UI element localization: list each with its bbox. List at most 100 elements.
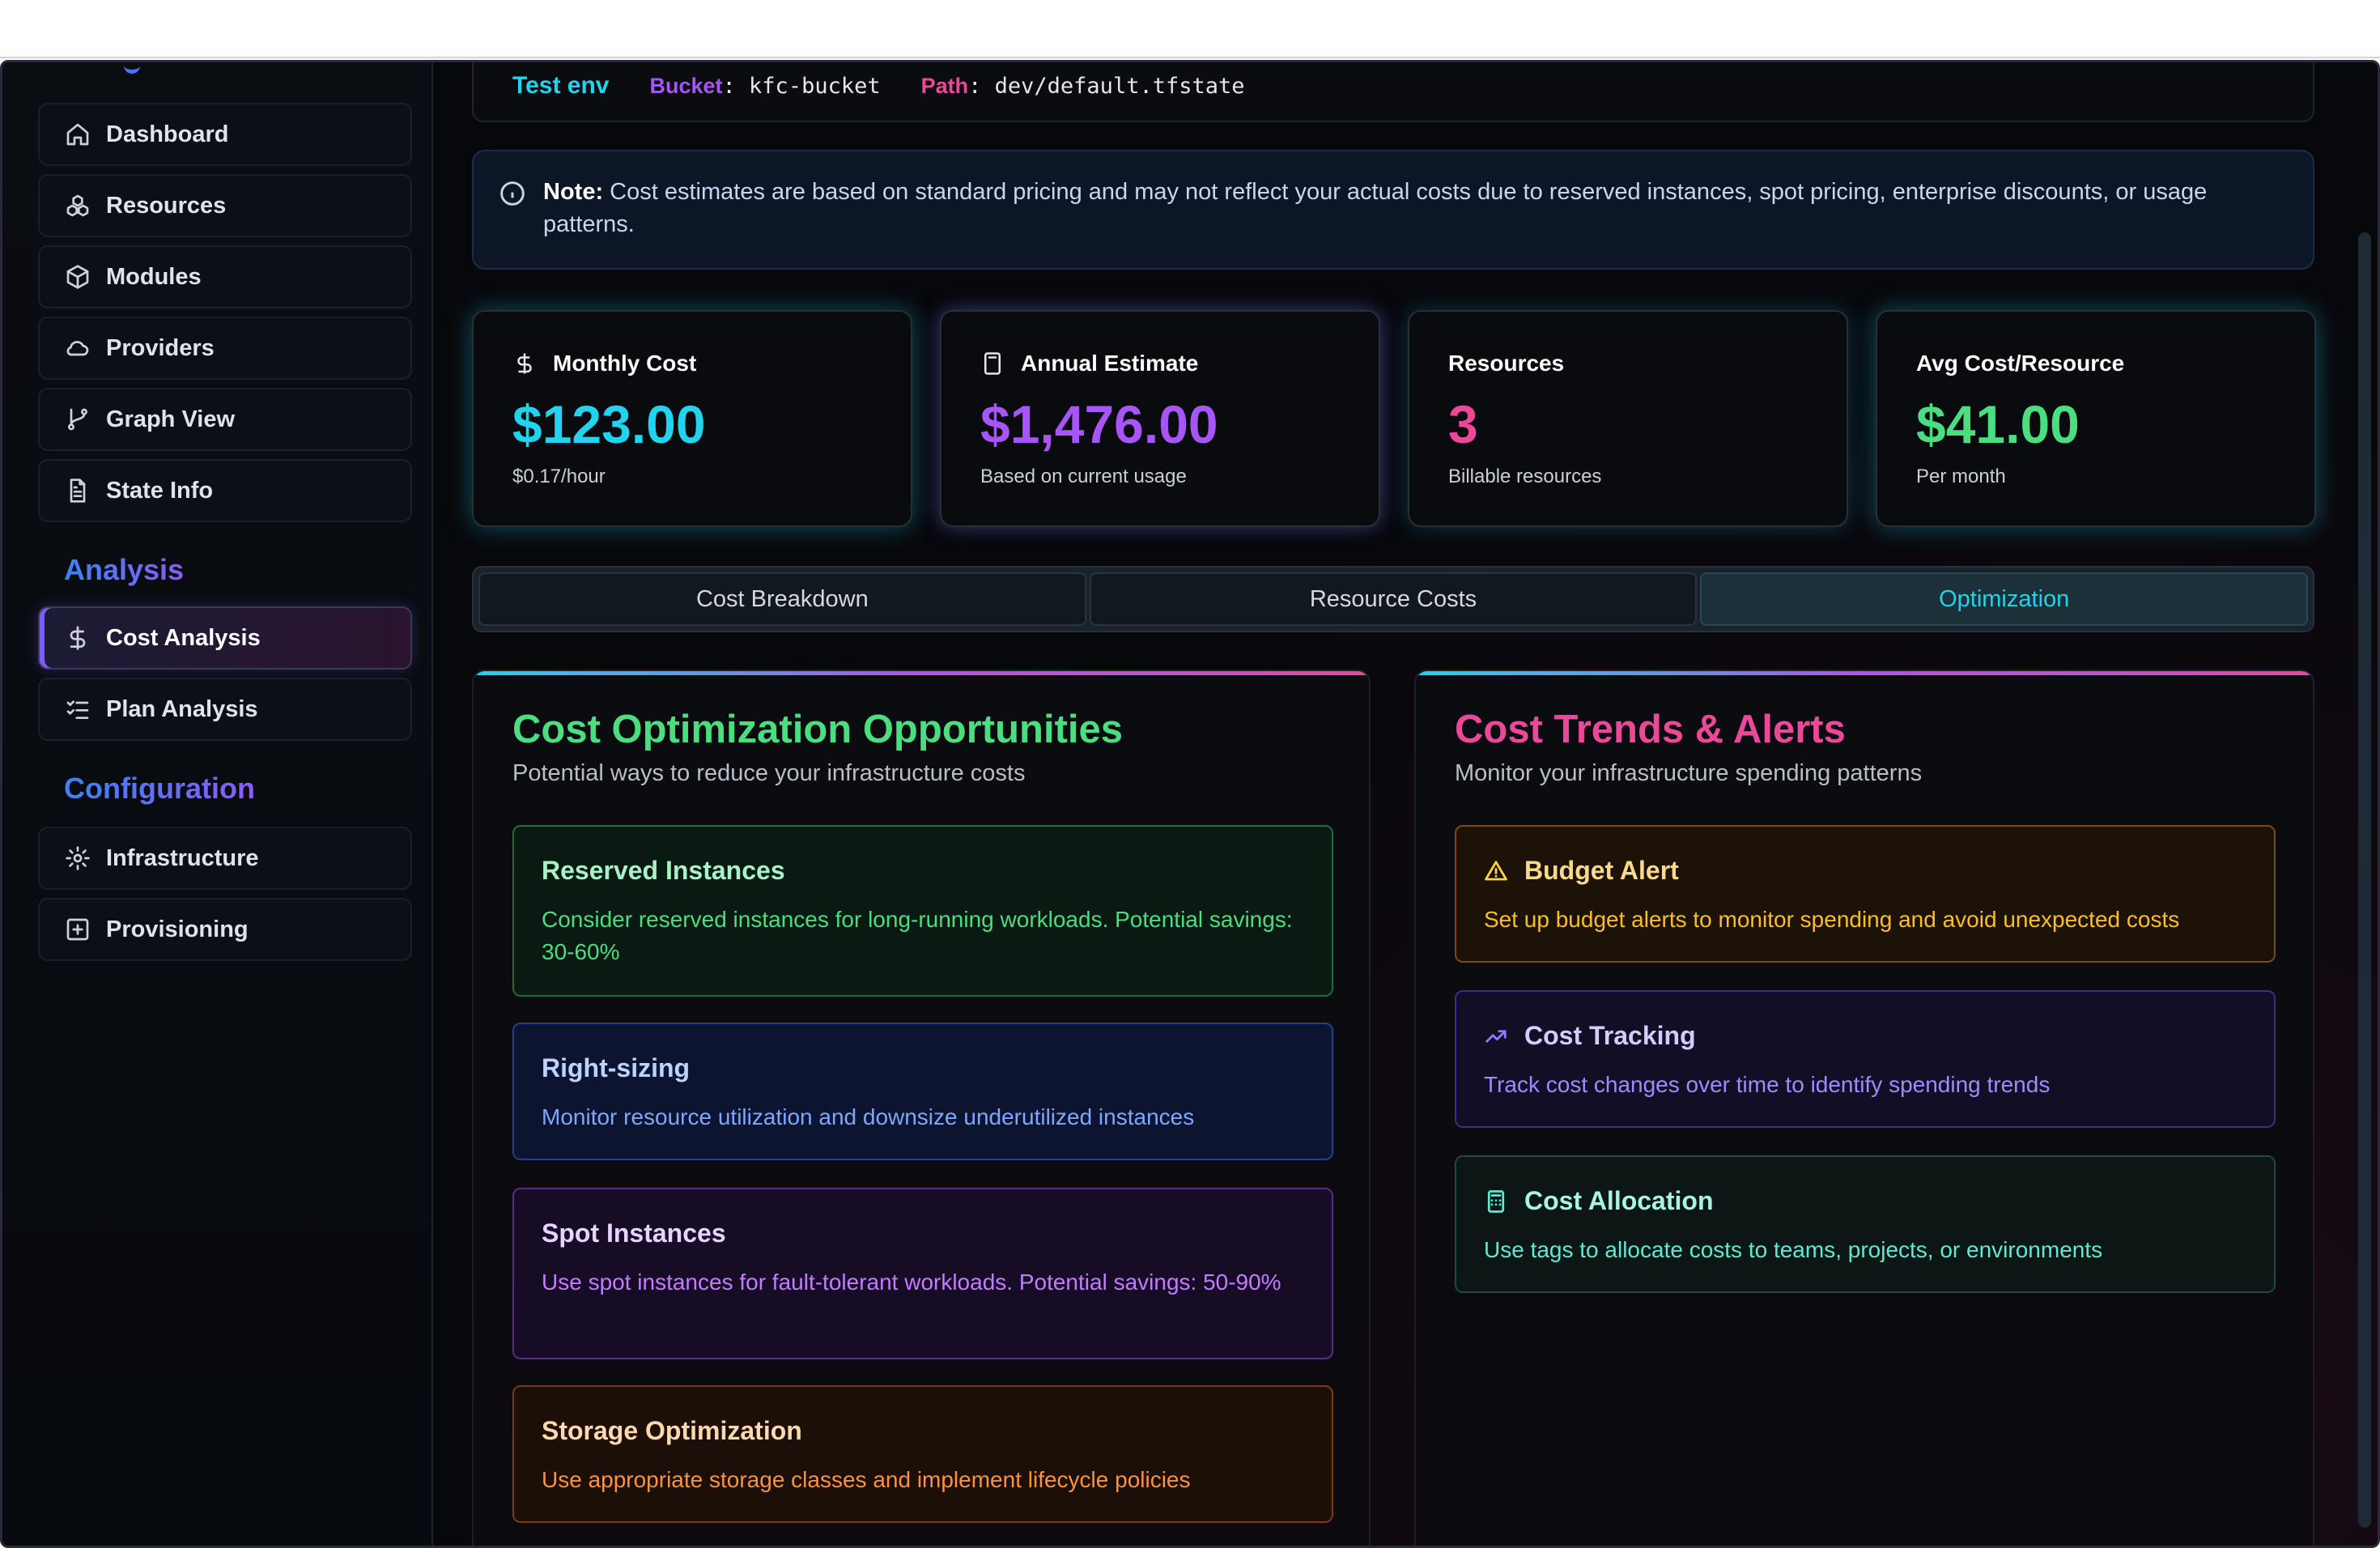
sidebar-item-label: Cost Analysis [106,624,261,651]
card-spot-instances: Spot Instances Use spot instances for fa… [512,1188,1333,1359]
calculator-icon [984,352,1001,375]
card-title: Reserved Instances [542,856,785,885]
tab-cost-breakdown[interactable]: Cost Breakdown [478,572,1086,626]
trends-title: Cost Trends & Alerts [1455,708,1846,751]
card-title: Storage Optimization [542,1416,802,1445]
browser-top-bar [0,0,2380,58]
tab-optimization[interactable]: Optimization [1700,572,2309,626]
card-title: Cost Allocation [1524,1186,1714,1215]
optimization-panel: Cost Optimization Opportunities Potentia… [472,670,1371,1546]
cubes-icon [64,192,91,219]
sidebar-item-plan-analysis[interactable]: Plan Analysis [38,678,412,741]
stat-resources: Resources 3 Billable resources [1408,310,1848,527]
sidebar-item-infrastructure[interactable]: Infrastructure [38,827,412,890]
file-text-icon [64,477,91,504]
app-window: Dashboard Resources Modules Providers Gr… [0,60,2380,1548]
stat-sub: Based on current usage [980,466,1187,487]
sidebar-item-provisioning[interactable]: Provisioning [38,898,412,961]
cost-tabs: Cost Breakdown Resource Costs Optimizati… [472,566,2314,632]
cloud-icon [64,334,91,362]
stat-monthly-cost: Monthly Cost $123.00 $0.17/hour [472,310,912,527]
stat-label: Annual Estimate [1021,351,1199,376]
sidebar-section-analysis: Analysis [64,553,185,586]
sidebar-item-label: Modules [106,263,202,290]
stat-label: Resources [1448,351,1565,376]
sidebar-item-modules[interactable]: Modules [38,245,412,308]
card-budget-alert: Budget Alert Set up budget alerts to mon… [1455,825,2276,963]
card-desc: Use tags to allocate costs to teams, pro… [1484,1237,2103,1262]
sidebar-item-label: Graph View [106,406,236,432]
optimization-subtitle: Potential ways to reduce your infrastruc… [512,760,1026,786]
package-icon [64,263,91,291]
stat-sub: Billable resources [1448,466,1602,487]
stat-value: 3 [1448,394,1478,454]
main-content: Test env Bucket: kfc-bucket Path: dev/de… [435,62,2378,1546]
pricing-note-text: Note: Cost estimates are based on standa… [543,176,2284,268]
note-body: Cost estimates are based on standard pri… [543,179,2208,237]
stat-sub: $0.17/hour [512,466,606,487]
environment-name: Test env [512,72,610,99]
card-title: Spot Instances [542,1218,726,1248]
sidebar-item-label: Plan Analysis [106,695,258,722]
sidebar-item-label: Providers [106,334,215,361]
main-scrollbar[interactable] [2358,232,2371,1528]
bucket-value: kfc-bucket [749,74,881,99]
sidebar-item-graph-view[interactable]: Graph View [38,388,412,451]
gear-icon [64,844,91,872]
card-title: Budget Alert [1524,856,1679,885]
sidebar-item-label: Resources [106,192,227,219]
sidebar-item-providers[interactable]: Providers [38,317,412,380]
stat-label: Avg Cost/Resource [1916,351,2125,376]
pricing-note: Note: Cost estimates are based on standa… [472,150,2314,270]
dollar-icon [517,353,532,374]
card-cost-allocation: Cost Allocation Use tags to allocate cos… [1455,1155,2276,1293]
list-check-icon [64,695,91,723]
card-desc: Monitor resource utilization and downsiz… [542,1104,1195,1129]
stat-avg-cost: Avg Cost/Resource $41.00 Per month [1876,310,2316,527]
plus-square-icon [64,916,91,943]
tab-resource-costs[interactable]: Resource Costs [1089,572,1698,626]
stat-sub: Per month [1916,466,2006,487]
card-desc: Use appropriate storage classes and impl… [542,1467,1191,1492]
sidebar-item-dashboard[interactable]: Dashboard [38,103,412,166]
sidebar-item-state-info[interactable]: State Info [38,459,412,522]
path-value: dev/default.tfstate [994,74,1245,99]
trending-up-icon [1485,1029,1507,1043]
stat-value: $123.00 [512,394,706,454]
dollar-icon [64,624,91,652]
note-label: Note: [543,179,604,205]
path-label: Path [920,74,969,98]
path-info: Path: dev/default.tfstate [920,74,1245,99]
card-desc: Consider reserved instances for long-run… [542,907,1293,964]
bucket-info: Bucket: kfc-bucket [649,74,881,99]
sidebar-item-resources[interactable]: Resources [38,174,412,237]
home-icon [64,121,91,148]
sidebar-section-configuration: Configuration [64,772,255,805]
sidebar: Dashboard Resources Modules Providers Gr… [2,62,433,1546]
card-right-sizing: Right-sizing Monitor resource utilizatio… [512,1023,1333,1160]
card-title: Right-sizing [542,1053,691,1082]
warning-icon [1485,860,1507,880]
card-desc: Track cost changes over time to identify… [1484,1072,2051,1097]
sidebar-item-label: Provisioning [106,916,249,942]
calculator-icon [1487,1189,1505,1213]
card-desc: Set up budget alerts to monitor spending… [1484,907,2180,932]
stat-value: $41.00 [1916,394,2080,454]
sidebar-item-cost-analysis[interactable]: Cost Analysis [38,606,412,670]
sidebar-item-label: Dashboard [106,121,229,147]
card-desc: Use spot instances for fault-tolerant wo… [542,1269,1281,1295]
stat-annual-estimate: Annual Estimate $1,476.00 Based on curre… [940,310,1380,527]
bucket-label: Bucket [649,74,723,98]
stat-label: Monthly Cost [553,351,697,376]
sidebar-item-label: Infrastructure [106,844,259,871]
optimization-title: Cost Optimization Opportunities [512,708,1124,751]
logo-fragment [124,62,140,74]
card-title: Cost Tracking [1524,1021,1696,1050]
trends-panel: Cost Trends & Alerts Monitor your infras… [1414,670,2314,1546]
card-reserved-instances: Reserved Instances Consider reserved ins… [512,825,1333,997]
sidebar-item-label: State Info [106,477,214,504]
info-icon [499,176,525,268]
card-cost-tracking: Cost Tracking Track cost changes over ti… [1455,990,2276,1128]
stat-value: $1,476.00 [980,394,1218,454]
card-storage-optimization: Storage Optimization Use appropriate sto… [512,1385,1333,1523]
